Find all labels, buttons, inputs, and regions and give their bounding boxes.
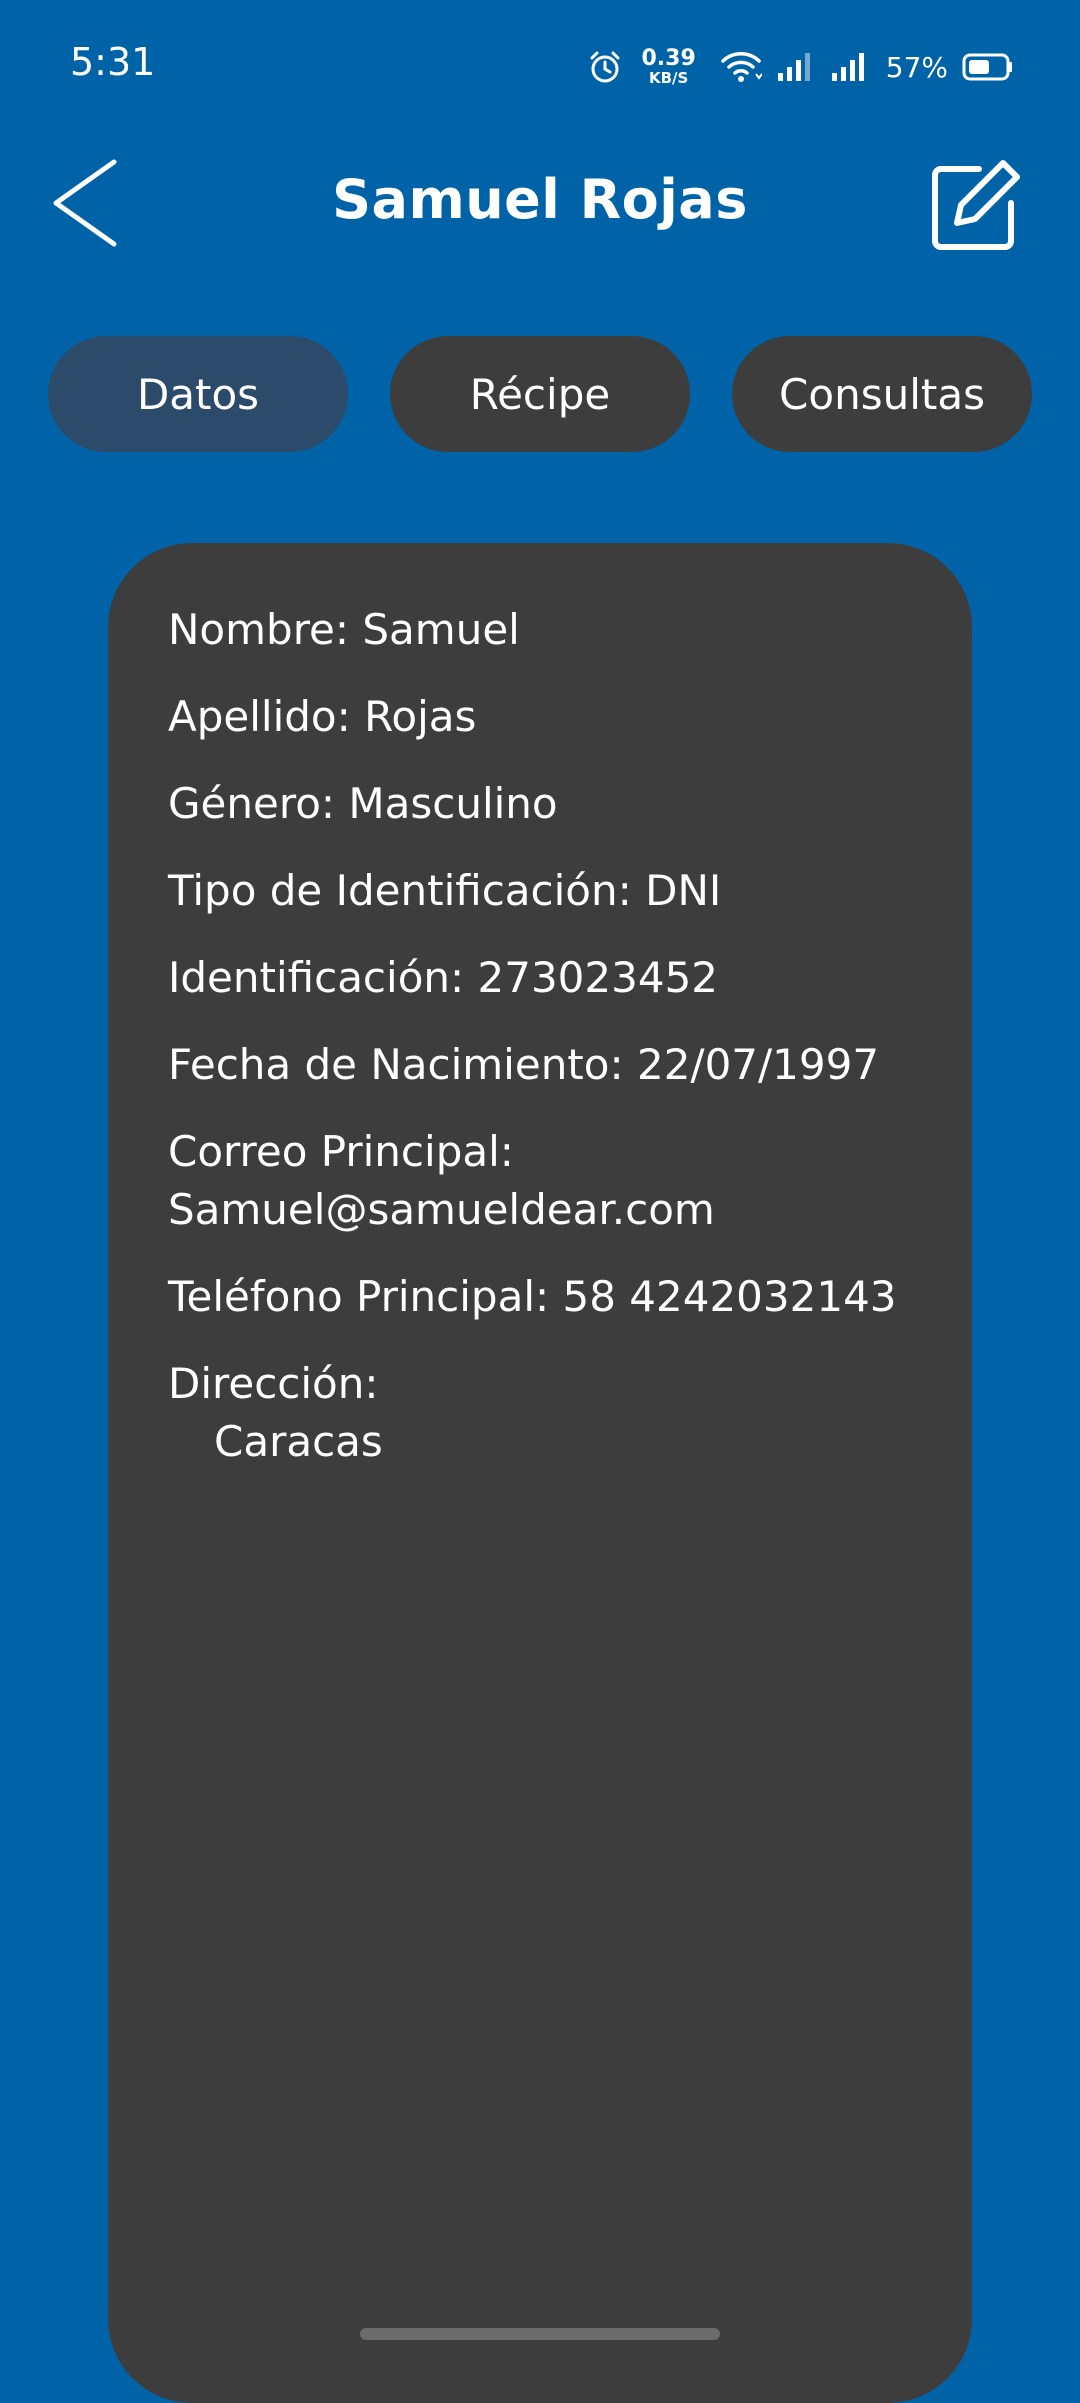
detail-tipo-identificacion: Tipo de Identificación: DNI xyxy=(168,862,928,920)
detail-fecha-nacimiento: Fecha de Nacimiento: 22/07/1997 xyxy=(168,1036,928,1094)
detail-value: 273023452 xyxy=(477,953,719,1002)
home-indicator[interactable] xyxy=(360,2328,720,2340)
status-icons: 0.39 KB/S 57% xyxy=(587,42,1014,92)
detail-value: DNI xyxy=(645,866,722,915)
battery-icon xyxy=(962,52,1014,82)
detail-apellido: Apellido: Rojas xyxy=(168,688,928,746)
detail-genero: Género: Masculino xyxy=(168,775,928,833)
tab-consultas[interactable]: Consultas xyxy=(732,336,1032,452)
detail-telefono: Teléfono Principal: 58 4242032143 xyxy=(168,1268,928,1326)
network-speed-value: 0.39 xyxy=(641,46,696,71)
battery-percent: 57% xyxy=(885,50,948,84)
tab-label: Consultas xyxy=(779,369,985,419)
detail-label: Identificación: xyxy=(168,953,465,1002)
chevron-left-icon xyxy=(50,158,120,252)
tab-label: Récipe xyxy=(469,369,611,419)
network-speed: 0.39 KB/S xyxy=(641,48,695,86)
patient-details-card: Nombre: Samuel Apellido: Rojas Género: M… xyxy=(108,543,972,2403)
tab-recipe[interactable]: Récipe xyxy=(390,336,690,452)
status-time: 5:31 xyxy=(70,40,156,84)
signal-icon xyxy=(776,51,816,83)
detail-label: Apellido: xyxy=(168,692,351,741)
detail-value: 22/07/1997 xyxy=(636,1040,880,1089)
detail-value: Samuel@samueldear.com xyxy=(168,1185,715,1234)
page-title: Samuel Rojas xyxy=(332,168,748,231)
detail-value: Samuel xyxy=(362,605,520,654)
detail-correo: Correo Principal: Samuel@samueldear.com xyxy=(168,1123,928,1239)
detail-label: Tipo de Identificación: xyxy=(168,866,632,915)
detail-label: Dirección: xyxy=(168,1359,379,1408)
patient-details: Nombre: Samuel Apellido: Rojas Género: M… xyxy=(168,601,928,1500)
detail-value: Masculino xyxy=(348,779,558,828)
signal-icon xyxy=(830,51,870,83)
wifi-icon xyxy=(720,50,762,84)
detail-label: Género: xyxy=(168,779,336,828)
detail-value: 58 4242032143 xyxy=(562,1272,897,1321)
detail-nombre: Nombre: Samuel xyxy=(168,601,928,659)
tab-datos[interactable]: Datos xyxy=(48,336,348,452)
tab-label: Datos xyxy=(136,369,260,419)
tab-bar: Datos Récipe Consultas xyxy=(48,336,1032,452)
alarm-icon xyxy=(587,49,623,85)
detail-direccion: Dirección: Caracas xyxy=(168,1355,928,1471)
edit-icon xyxy=(927,157,1023,257)
detail-value: Caracas xyxy=(214,1417,383,1466)
detail-label: Teléfono Principal: xyxy=(168,1272,550,1321)
status-bar: 5:31 0.39 KB/S 57% xyxy=(0,0,1080,132)
detail-identificacion: Identificación: 273023452 xyxy=(168,949,928,1007)
detail-label: Correo Principal: xyxy=(168,1127,514,1176)
app-bar: Samuel Rojas xyxy=(0,132,1080,282)
detail-value: Rojas xyxy=(364,692,477,741)
edit-button[interactable] xyxy=(920,152,1030,262)
back-button[interactable] xyxy=(40,150,130,260)
detail-label: Fecha de Nacimiento: xyxy=(168,1040,624,1089)
network-speed-unit: KB/S xyxy=(648,69,689,87)
detail-label: Nombre: xyxy=(168,605,350,654)
